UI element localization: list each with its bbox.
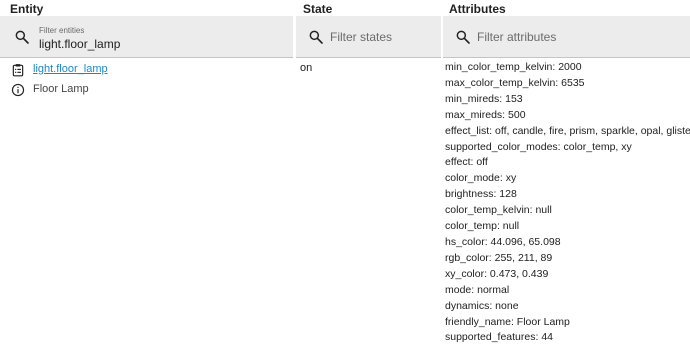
- entity-id-link[interactable]: light.floor_lamp: [33, 63, 108, 75]
- entity-column-header: Entity: [10, 2, 44, 16]
- attribute-line: color_temp: null: [445, 220, 520, 233]
- attribute-line: mode: normal: [445, 283, 510, 296]
- attribute-line: color_mode: xy: [445, 172, 517, 185]
- entity-friendly-name: Floor Lamp: [33, 83, 89, 95]
- entity-filter-input[interactable]: light.floor_lamp: [39, 37, 120, 51]
- clipboard-list-icon[interactable]: [11, 63, 25, 77]
- attribute-line: max_color_temp_kelvin: 6535: [445, 76, 585, 89]
- attribute-line: min_color_temp_kelvin: 2000: [445, 61, 582, 73]
- state-column-header: State: [303, 2, 333, 16]
- attribute-line: friendly_name: Floor Lamp: [445, 315, 570, 328]
- state-filter-field[interactable]: Filter states: [296, 16, 441, 58]
- entity-filter-field[interactable]: Filter entities light.floor_lamp: [0, 16, 293, 58]
- attribute-line: hs_color: 44.096, 65.098: [445, 235, 561, 248]
- search-icon: [309, 30, 323, 44]
- attribute-line: min_mireds: 153: [445, 92, 523, 105]
- attribute-line: brightness: 128: [445, 188, 517, 201]
- state-filter-input[interactable]: Filter states: [330, 30, 392, 44]
- attributes-column-header: Attributes: [449, 2, 506, 16]
- attribute-line: xy_color: 0.473, 0.439: [445, 267, 549, 280]
- entity-filter-label: Filter entities: [39, 26, 85, 35]
- attribute-line: effect_list: off, candle, fire, prism, s…: [445, 124, 690, 137]
- attributes-list: min_color_temp_kelvin: 2000 max_color_tem…: [445, 60, 690, 346]
- attribute-line: color_temp_kelvin: null: [445, 204, 552, 217]
- attribute-line: dynamics: none: [445, 299, 519, 312]
- attribute-line: max_mireds: 500: [445, 108, 526, 121]
- attribute-line: supported_color_modes: color_temp, xy: [445, 140, 632, 153]
- attributes-filter-input[interactable]: Filter attributes: [477, 30, 556, 44]
- attribute-line: effect: off: [445, 156, 488, 169]
- attribute-line: rgb_color: 255, 211, 89: [445, 251, 553, 264]
- attributes-filter-field[interactable]: Filter attributes: [443, 16, 690, 58]
- search-icon: [15, 30, 29, 44]
- attribute-line: supported_features: 44: [445, 331, 553, 344]
- entity-state-value: on: [300, 62, 313, 74]
- info-circle-icon[interactable]: [11, 83, 25, 97]
- search-icon: [456, 30, 470, 44]
